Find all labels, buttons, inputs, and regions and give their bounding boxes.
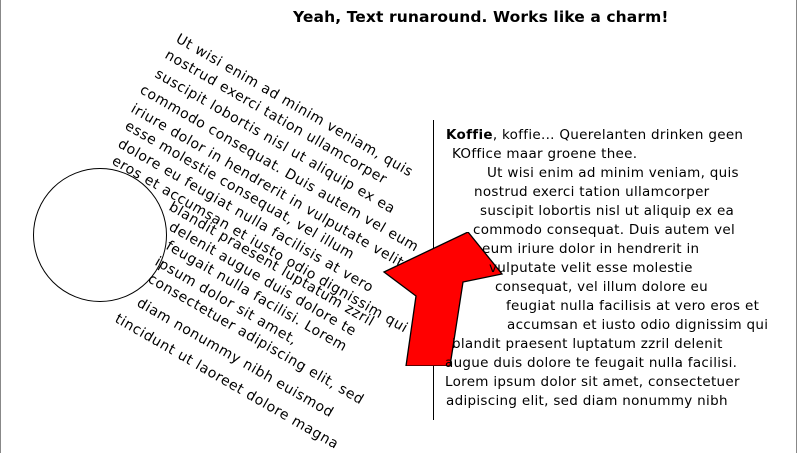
text-span: , koffie... Querelanten drinken geen xyxy=(492,127,744,143)
text-line: nostrud exerci tation ullamcorper xyxy=(474,184,710,200)
page-border-right xyxy=(796,0,797,453)
text-line: suscipit lobortis nisl ut aliquip ex ea xyxy=(480,203,735,219)
text-line: Lorem ipsum dolor sit amet, consectetuer xyxy=(445,374,740,390)
document-canvas[interactable]: Yeah, Text runaround. Works like a charm… xyxy=(0,0,798,453)
circle-shape[interactable] xyxy=(33,168,167,302)
text-line: adipiscing elit, sed diam nonummy nibh xyxy=(446,393,728,409)
bold-word: Koffie xyxy=(446,127,493,143)
text-line: commodo consequat. Duis autem vel xyxy=(473,222,736,238)
text-line: blandit praesent luptatum zzril delenit xyxy=(452,336,723,352)
text-line: augue duis dolore te feugait nulla facil… xyxy=(445,355,738,371)
text-line: Ut wisi enim ad minim veniam, quis xyxy=(487,165,739,181)
text-line: consequat, vel illum dolore eu xyxy=(495,279,708,295)
text-line: Koffie, koffie... Querelanten drinken ge… xyxy=(446,126,743,145)
text-line: feugiat nulla facilisis at vero eros et xyxy=(506,298,760,314)
text-line: eum iriure dolor in hendrerit in xyxy=(482,241,700,257)
text-line: accumsan et iusto odio dignissim qui xyxy=(507,317,769,333)
text-line: KOffice maar groene thee. xyxy=(452,146,638,162)
text-line: vulputate velit esse molestie xyxy=(489,260,693,276)
